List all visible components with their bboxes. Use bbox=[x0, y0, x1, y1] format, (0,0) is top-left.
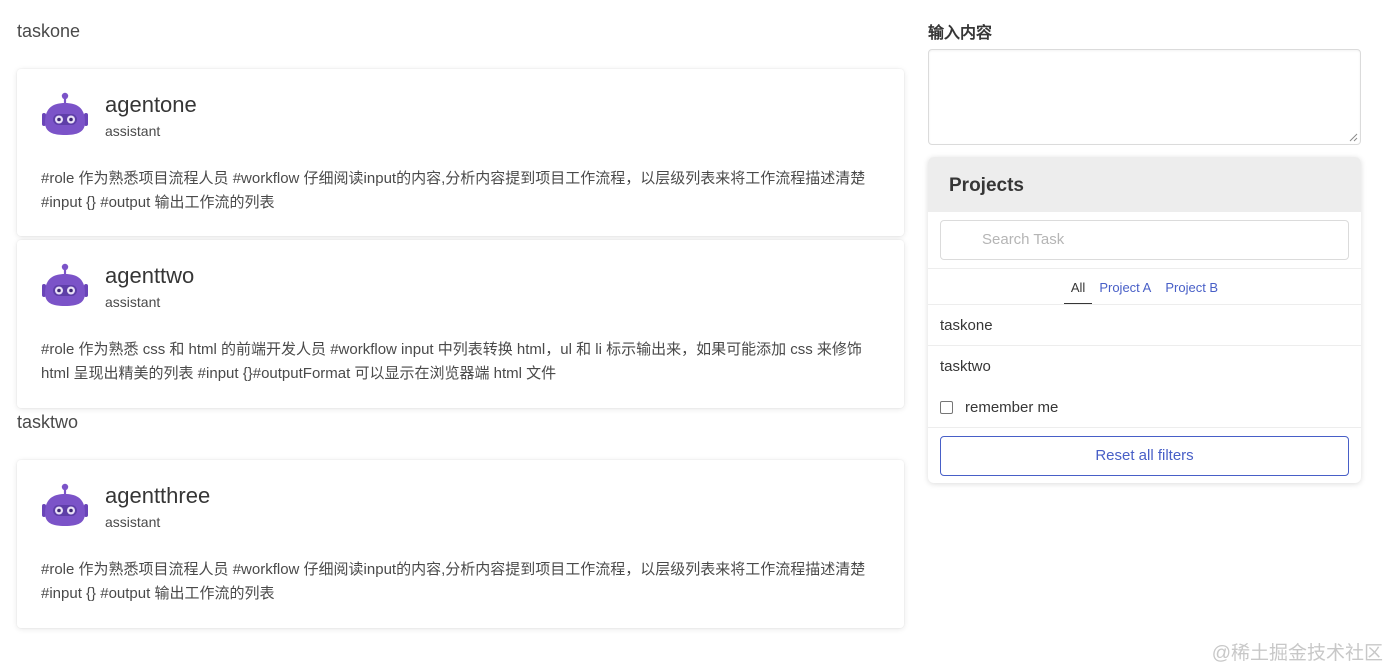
tab-all[interactable]: All bbox=[1063, 280, 1093, 304]
search-block: Search Task bbox=[928, 212, 1361, 269]
agent-role: assistant bbox=[105, 294, 161, 310]
agent-prompt: #role 作为熟悉 css 和 html 的前端开发人员 #workflow … bbox=[41, 341, 862, 382]
panel-item-tasktwo[interactable]: tasktwo bbox=[928, 346, 1361, 387]
task-title: tasktwo bbox=[17, 412, 79, 432]
agent-card: agentone assistant #role 作为熟悉项目流程人员 #wor… bbox=[17, 69, 904, 236]
search-input[interactable]: Search Task bbox=[940, 220, 1349, 260]
tab-project-a[interactable]: Project A bbox=[1092, 280, 1158, 304]
agent-name: agentthree bbox=[105, 483, 211, 508]
remember-me-row[interactable]: remember me bbox=[928, 387, 1361, 427]
agent-role: assistant bbox=[105, 123, 161, 139]
robot-icon bbox=[42, 92, 88, 135]
agent-card: agentthree assistant #role 作为熟悉项目流程人员 #w… bbox=[17, 460, 904, 628]
remember-label: remember me bbox=[965, 398, 1059, 416]
remember-checkbox[interactable] bbox=[940, 400, 953, 414]
projects-panel: Projects Search Task All Project A Proje… bbox=[928, 157, 1361, 483]
watermark: @稀土掘金技术社区 bbox=[1211, 643, 1383, 664]
project-tabs: All Project A Project B bbox=[928, 269, 1361, 305]
panel-item-taskone[interactable]: taskone bbox=[928, 305, 1361, 346]
content-textarea[interactable] bbox=[928, 49, 1361, 145]
agent-role: assistant bbox=[105, 514, 161, 530]
agent-name: agentone bbox=[105, 92, 197, 117]
agent-card: agenttwo assistant #role 作为熟悉 css 和 html… bbox=[17, 240, 904, 408]
search-placeholder: Search Task bbox=[982, 231, 1065, 248]
agent-prompt: #role 作为熟悉项目流程人员 #workflow 仔细阅读input的内容,… bbox=[41, 561, 866, 602]
input-label: 输入内容 bbox=[928, 25, 993, 42]
reset-block: Reset all filters bbox=[928, 427, 1361, 483]
robot-icon bbox=[42, 263, 88, 306]
panel-title: Projects bbox=[928, 157, 1361, 212]
agent-name: agenttwo bbox=[105, 263, 195, 288]
resize-grip-icon[interactable] bbox=[1349, 133, 1358, 142]
task-title: taskone bbox=[17, 21, 81, 41]
tab-project-b[interactable]: Project B bbox=[1158, 280, 1225, 304]
agent-prompt: #role 作为熟悉项目流程人员 #workflow 仔细阅读input的内容,… bbox=[41, 170, 866, 211]
robot-icon bbox=[42, 483, 88, 526]
reset-filters-button[interactable]: Reset all filters bbox=[940, 436, 1349, 476]
